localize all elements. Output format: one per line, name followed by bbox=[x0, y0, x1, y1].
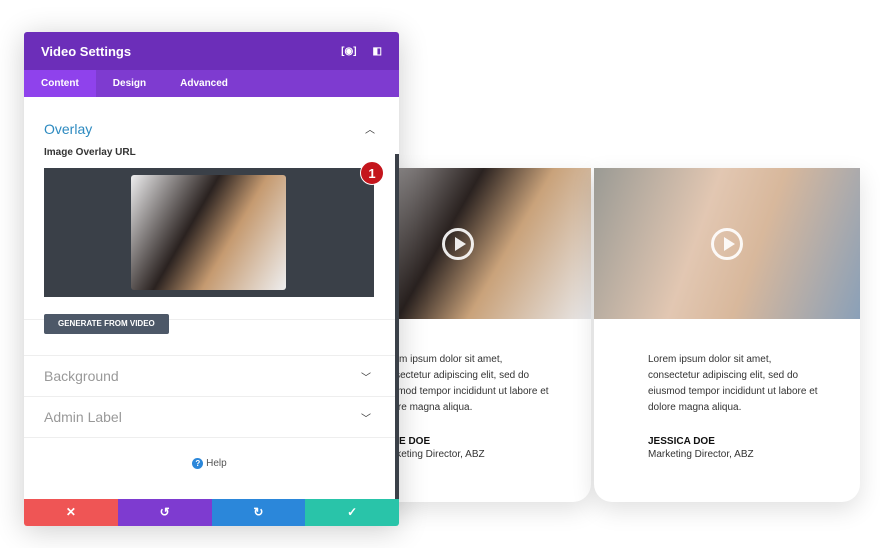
overlay-title: Overlay bbox=[44, 121, 93, 137]
chevron-down-icon: ﹀ bbox=[361, 413, 371, 425]
cancel-button[interactable]: ✕ bbox=[24, 499, 118, 526]
section-label: Admin Label bbox=[44, 409, 122, 425]
card-name: JESSICA DOE bbox=[648, 436, 715, 447]
panel-footer: ✕ ↺ ↻ ✓ bbox=[24, 499, 399, 526]
tabs: Content Design Advanced bbox=[24, 70, 399, 97]
panel-title: Video Settings bbox=[41, 43, 132, 59]
chevron-down-icon: ﹀ bbox=[361, 372, 371, 384]
step-badge: 1 bbox=[360, 161, 384, 185]
help-label: Help bbox=[206, 458, 227, 469]
undo-button[interactable]: ↺ bbox=[117, 499, 212, 526]
save-button[interactable]: ✓ bbox=[305, 499, 399, 526]
video-thumbnail[interactable] bbox=[594, 168, 860, 319]
section-background[interactable]: Background ﹀ bbox=[24, 356, 395, 397]
overlay-image-preview bbox=[131, 175, 286, 290]
redo-icon: ↻ bbox=[253, 505, 264, 519]
undo-icon: ↺ bbox=[159, 505, 170, 519]
section-admin-label[interactable]: Admin Label ﹀ bbox=[24, 397, 395, 438]
overlay-section: Overlay ︿ Image Overlay URL bbox=[24, 97, 399, 320]
play-icon[interactable] bbox=[442, 227, 474, 260]
help-icon: ? bbox=[192, 458, 204, 469]
fullscreen-icon[interactable]: [◉] bbox=[341, 46, 356, 57]
close-icon: ✕ bbox=[65, 505, 76, 519]
overlay-toggle[interactable]: Overlay ︿ bbox=[24, 97, 399, 137]
card-role: Marketing Director, ABZ bbox=[648, 449, 754, 460]
check-icon: ✓ bbox=[347, 505, 358, 519]
generate-from-video-button[interactable]: GENERATE FROM VIDEO bbox=[44, 314, 169, 334]
video-settings-panel: Video Settings [◉] ◧ Content Design Adva… bbox=[24, 32, 399, 526]
tab-advanced[interactable]: Advanced bbox=[163, 70, 245, 97]
tab-content[interactable]: Content bbox=[24, 70, 96, 97]
testimonial-card: Lorem ipsum dolor sit amet, consectetur … bbox=[594, 168, 860, 502]
chevron-up-icon: ︿ bbox=[365, 125, 375, 136]
panel-header: Video Settings [◉] ◧ bbox=[24, 32, 399, 70]
play-icon[interactable] bbox=[711, 227, 743, 260]
scrollbar[interactable] bbox=[395, 154, 399, 500]
section-label: Background bbox=[44, 368, 119, 384]
redo-button[interactable]: ↻ bbox=[211, 499, 306, 526]
field-label: Image Overlay URL bbox=[44, 147, 136, 158]
card-text: Lorem ipsum dolor sit amet, consectetur … bbox=[648, 354, 818, 413]
tab-design[interactable]: Design bbox=[96, 70, 163, 97]
help-link[interactable]: ? Help bbox=[24, 438, 395, 469]
sidebar-layout-icon[interactable]: ◧ bbox=[373, 46, 382, 57]
image-upload-field[interactable] bbox=[44, 168, 374, 297]
